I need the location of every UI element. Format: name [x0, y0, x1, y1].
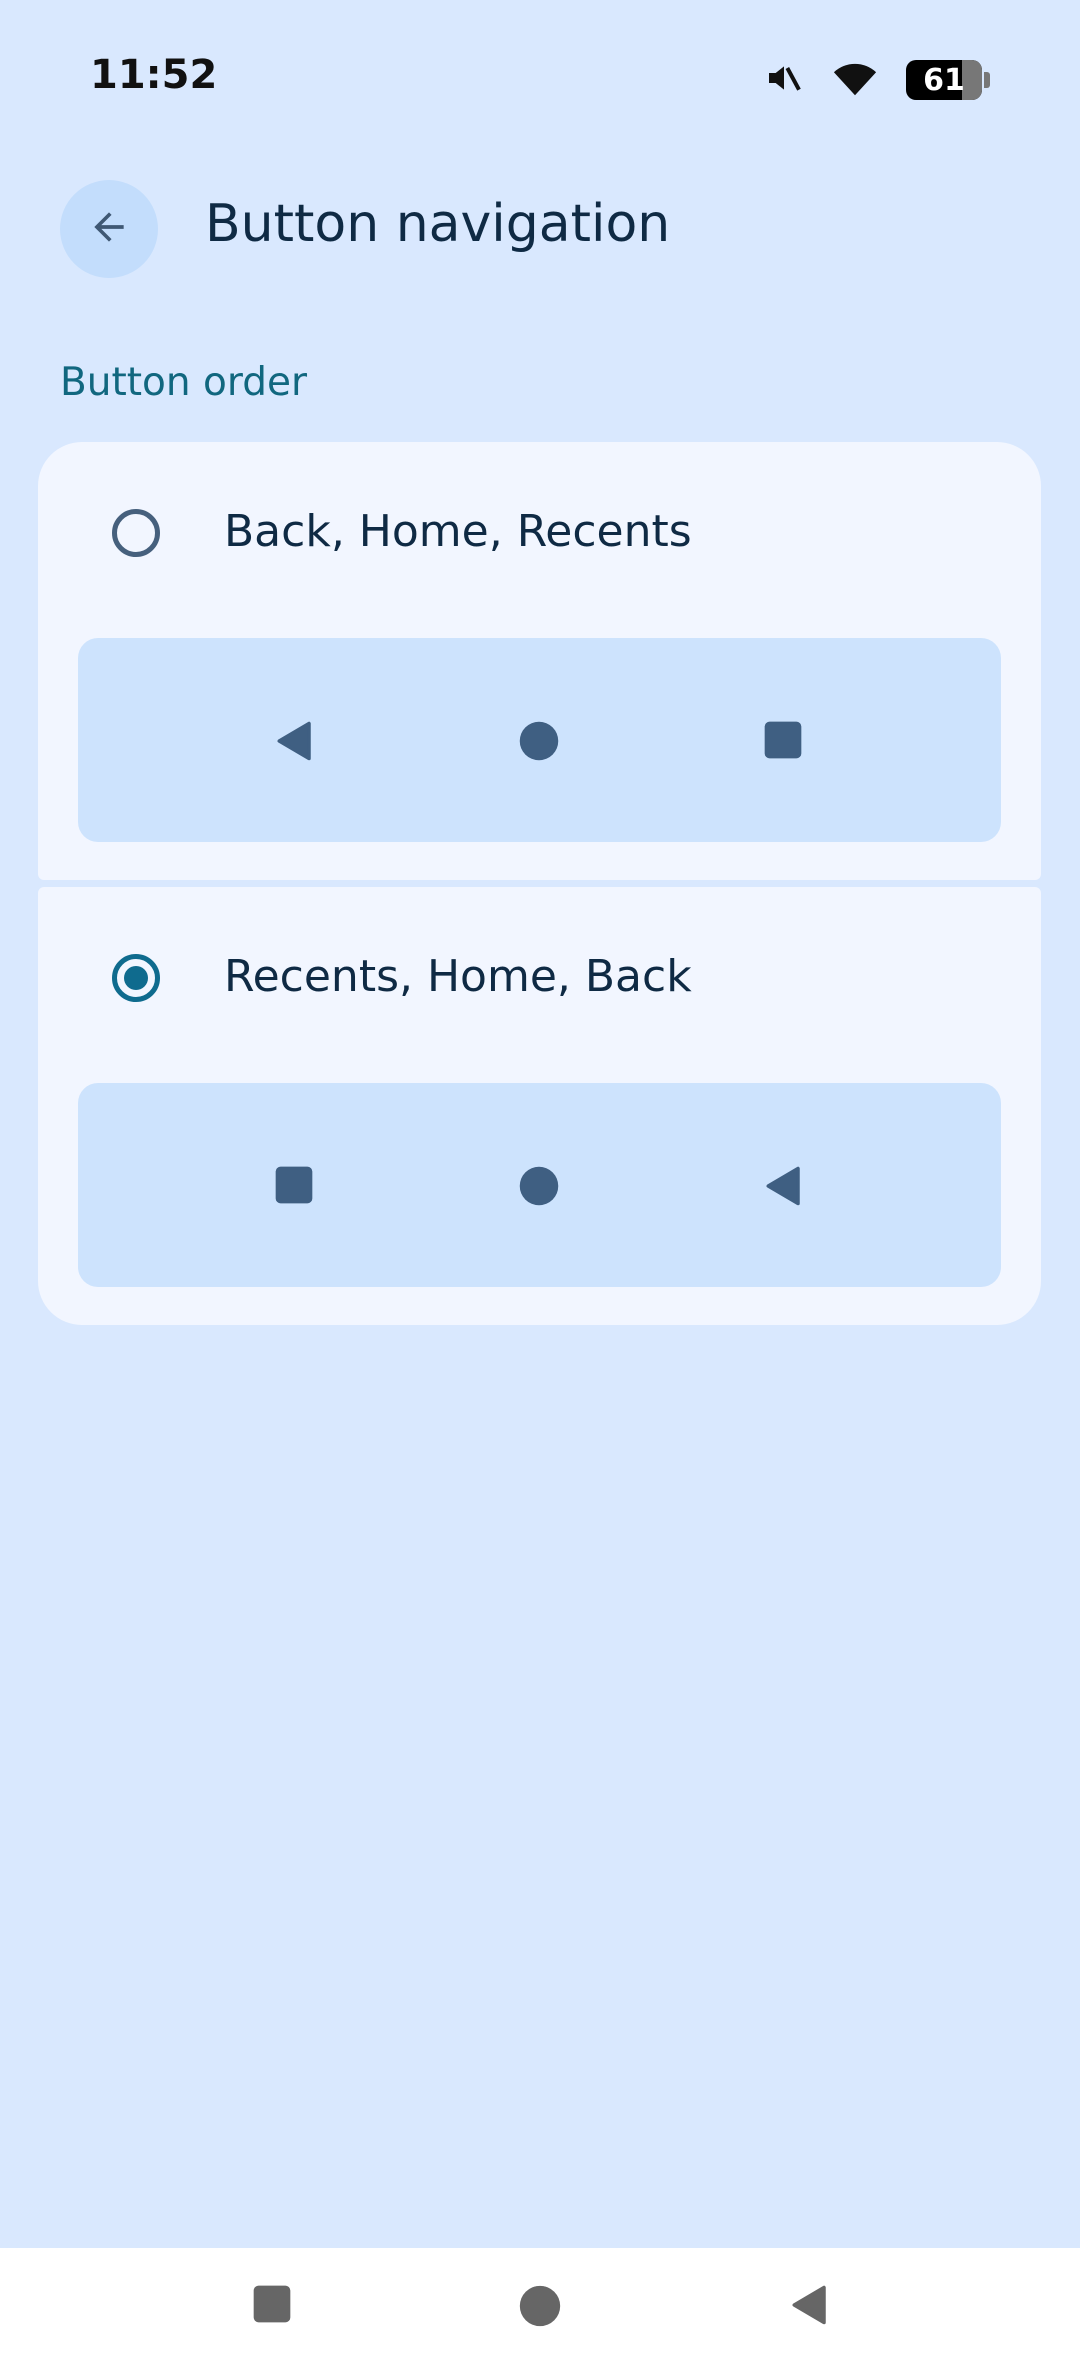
back-triangle-icon: [763, 1165, 805, 1211]
back-triangle-icon: [274, 720, 316, 766]
recents-square-icon: [274, 1165, 314, 1209]
option-card-back-home-recents[interactable]: Back, Home, Recents: [38, 442, 1041, 880]
option-row[interactable]: Back, Home, Recents: [38, 482, 1041, 582]
status-icons: 61: [764, 58, 990, 102]
recents-square-icon[interactable]: [252, 2284, 292, 2328]
wifi-icon: [832, 58, 878, 102]
battery-level: 61: [923, 62, 965, 98]
option-label: Back, Home, Recents: [224, 506, 692, 557]
radio-button-unchecked[interactable]: [112, 509, 160, 557]
system-nav-bar: [0, 2248, 1080, 2364]
radio-button-checked[interactable]: [112, 954, 160, 1002]
option-card-recents-home-back[interactable]: Recents, Home, Back: [38, 887, 1041, 1325]
home-circle-icon: [518, 720, 560, 766]
status-time: 11:52: [90, 52, 218, 98]
battery-tip: [984, 72, 990, 88]
status-bar: 11:52 61: [0, 0, 1080, 160]
arrow-back-icon: [87, 205, 131, 253]
back-button[interactable]: [60, 180, 158, 278]
page-title: Button navigation: [205, 194, 671, 254]
home-circle-icon[interactable]: [518, 2284, 562, 2332]
app-bar: Button navigation: [0, 170, 1080, 290]
battery-icon: 61: [906, 60, 982, 100]
home-circle-icon: [518, 1165, 560, 1211]
option-label: Recents, Home, Back: [224, 951, 692, 1002]
recents-square-icon: [763, 720, 803, 764]
mute-icon: [764, 58, 804, 102]
nav-preview: [78, 638, 1001, 842]
section-title: Button order: [60, 360, 308, 405]
nav-preview: [78, 1083, 1001, 1287]
option-row[interactable]: Recents, Home, Back: [38, 927, 1041, 1027]
back-triangle-icon[interactable]: [789, 2284, 831, 2330]
